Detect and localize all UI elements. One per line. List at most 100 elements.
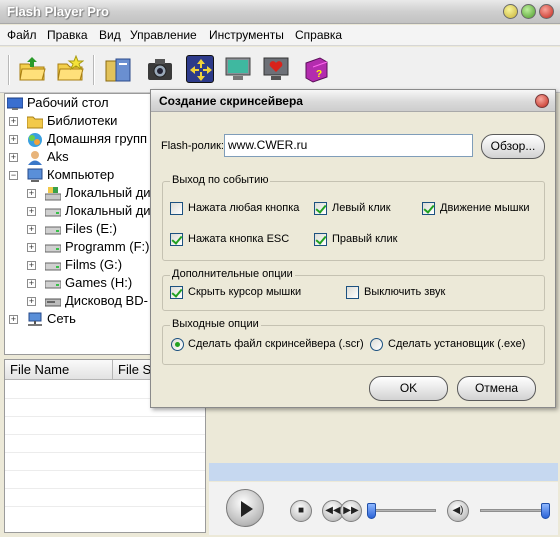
close-button[interactable] xyxy=(539,4,554,19)
menu-file[interactable]: Файл xyxy=(7,28,37,42)
mouse-move-checkbox[interactable] xyxy=(422,202,435,215)
expand-icon[interactable]: + xyxy=(27,225,36,234)
volume-track[interactable] xyxy=(480,509,548,512)
exit-event-group: Выход по событию xyxy=(162,174,545,261)
mute-sound-checkbox[interactable] xyxy=(346,286,359,299)
add-folder-button[interactable] xyxy=(52,51,88,87)
dialog-close-button[interactable] xyxy=(535,94,549,108)
system-drive-icon xyxy=(45,187,61,201)
drive-icon xyxy=(45,262,61,271)
drive-icon xyxy=(45,280,61,289)
open-file-button[interactable] xyxy=(14,51,50,87)
seek-bar[interactable] xyxy=(209,463,558,481)
stop-icon: ■ xyxy=(297,505,305,516)
next-button[interactable]: ▶▶ xyxy=(340,500,362,522)
expand-icon[interactable]: + xyxy=(27,261,36,270)
menu-control[interactable]: Управление xyxy=(130,28,197,42)
menu-edit[interactable]: Правка xyxy=(47,28,88,42)
make-scr-radio[interactable] xyxy=(171,338,184,351)
play-button[interactable] xyxy=(226,489,264,527)
library-button[interactable] xyxy=(100,51,136,87)
minimize-button[interactable] xyxy=(503,4,518,19)
screensaver-button[interactable] xyxy=(220,51,256,87)
position-slider-thumb[interactable] xyxy=(367,503,376,519)
esc-key-label: Нажата кнопка ESC xyxy=(188,233,290,245)
expand-icon[interactable]: + xyxy=(27,243,36,252)
screensaver-monitor-icon xyxy=(224,55,252,83)
mute-button[interactable]: ◀) xyxy=(447,500,469,522)
folder-icon xyxy=(27,116,43,129)
expand-icon[interactable]: + xyxy=(27,207,36,216)
extra-options-group-title: Дополнительные опции xyxy=(170,268,295,280)
collapse-icon[interactable]: − xyxy=(9,171,18,180)
resize-button[interactable] xyxy=(182,51,218,87)
resize-icon xyxy=(186,55,214,83)
help-button[interactable]: ? xyxy=(298,51,334,87)
output-options-group-title: Выходные опции xyxy=(170,318,261,330)
drive-icon xyxy=(45,226,61,235)
position-track[interactable] xyxy=(372,509,436,512)
right-click-checkbox[interactable] xyxy=(314,233,327,246)
left-click-label: Левый клик xyxy=(332,202,391,214)
optical-drive-icon xyxy=(45,298,61,307)
dialog-titlebar: Создание скринсейвера xyxy=(151,90,555,112)
expand-icon[interactable]: + xyxy=(27,189,36,198)
list-row-line xyxy=(5,416,205,417)
menu-help[interactable]: Справка xyxy=(295,28,342,42)
right-click-label: Правый клик xyxy=(332,233,398,245)
user-icon xyxy=(28,151,42,165)
hide-cursor-checkbox[interactable] xyxy=(170,286,183,299)
make-exe-radio[interactable] xyxy=(370,338,383,351)
make-scr-label: Сделать файл скринсейвера (.scr) xyxy=(188,338,364,350)
flash-file-label: Flash-ролик: xyxy=(161,140,224,152)
library-icon xyxy=(104,55,132,83)
left-click-checkbox[interactable] xyxy=(314,202,327,215)
expand-icon[interactable]: + xyxy=(9,153,18,162)
help-book-icon: ? xyxy=(302,55,330,83)
hide-cursor-label: Скрыть курсор мышки xyxy=(188,286,302,298)
expand-icon[interactable]: + xyxy=(27,297,36,306)
stop-button[interactable]: ■ xyxy=(290,500,312,522)
maximize-button[interactable] xyxy=(521,4,536,19)
favorites-button[interactable] xyxy=(258,51,294,87)
any-key-label: Нажата любая кнопка xyxy=(188,202,300,214)
column-file-name[interactable]: File Name xyxy=(5,360,113,380)
drive-icon xyxy=(45,244,61,253)
volume-slider-thumb[interactable] xyxy=(540,503,550,519)
esc-key-checkbox[interactable] xyxy=(170,233,183,246)
menu-view[interactable]: Вид xyxy=(99,28,121,42)
network-icon xyxy=(28,312,42,326)
toolbar: ? xyxy=(0,47,560,93)
ok-button[interactable]: OK xyxy=(369,376,448,401)
expand-icon[interactable]: + xyxy=(9,315,18,324)
menu-tools[interactable]: Инструменты xyxy=(209,28,284,42)
any-key-checkbox[interactable] xyxy=(170,202,183,215)
list-row-line xyxy=(5,488,205,489)
make-exe-label: Сделать установщик (.exe) xyxy=(388,338,526,350)
list-row-line xyxy=(5,434,205,435)
drive-icon xyxy=(45,208,61,217)
dialog-title: Создание скринсейвера xyxy=(159,94,303,108)
expand-icon[interactable]: + xyxy=(27,279,36,288)
desktop-icon xyxy=(7,97,23,110)
screenshot-button[interactable] xyxy=(142,51,178,87)
mute-sound-label: Выключить звук xyxy=(364,286,446,298)
browse-button[interactable]: Обзор... xyxy=(481,134,545,159)
heart-monitor-icon xyxy=(262,55,290,83)
camera-icon xyxy=(146,55,174,83)
next-icon: ▶▶ xyxy=(343,505,359,516)
computer-icon xyxy=(27,168,43,182)
expand-icon[interactable]: + xyxy=(9,135,18,144)
open-folder-icon xyxy=(18,55,46,83)
svg-text:?: ? xyxy=(316,69,322,80)
speaker-icon: ◀) xyxy=(452,505,464,516)
list-row-line xyxy=(5,470,205,471)
menu-bar: Файл Правка Вид Управление Инструменты С… xyxy=(0,25,560,46)
expand-icon[interactable]: + xyxy=(9,117,18,126)
mouse-move-label: Движение мышки xyxy=(440,202,530,214)
app-title: Flash Player Pro xyxy=(7,4,109,19)
cancel-button[interactable]: Отмена xyxy=(457,376,536,401)
add-folder-icon xyxy=(56,54,85,83)
flash-file-input[interactable]: www.CWER.ru xyxy=(224,134,473,157)
list-row-line xyxy=(5,452,205,453)
